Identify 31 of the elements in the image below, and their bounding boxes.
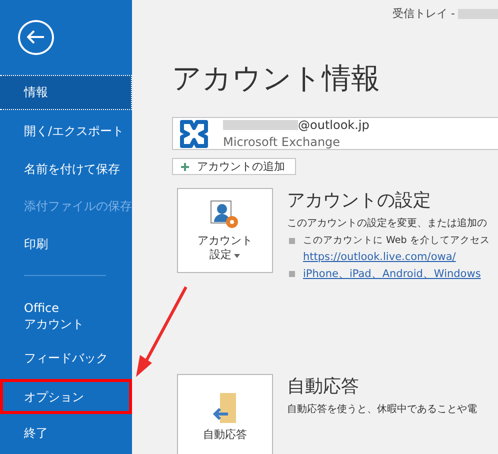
sidebar-item[interactable]: 情報 <box>0 74 132 110</box>
sidebar-item[interactable]: フィードバック <box>0 342 132 374</box>
redacted-text <box>458 8 498 18</box>
sidebar-item[interactable]: 開く/エクスポート <box>0 114 132 148</box>
sidebar-item[interactable]: オプション <box>0 379 132 414</box>
bullet-text: このアカウントに Web を介してアクセス <box>303 234 490 247</box>
section-button[interactable]: アカウント設定 <box>177 188 273 273</box>
sidebar-item[interactable]: 名前を付けて保存 <box>0 152 132 185</box>
link[interactable]: iPhone、iPad、Android、Windows <box>303 267 481 281</box>
section-description: このアカウントの設定を変更、または追加の <box>287 216 488 230</box>
section-heading: 自動応答 <box>287 375 360 398</box>
account-email: @outlook.jp <box>298 118 370 132</box>
window-title: 受信トレイ - <box>392 6 455 21</box>
sidebar-item[interactable]: Office アカウント <box>0 294 132 337</box>
section-heading: アカウントの設定 <box>287 189 432 212</box>
link[interactable]: https://outlook.live.com/owa/ <box>303 251 456 263</box>
account-settings-icon <box>210 200 240 230</box>
account-type: Microsoft Exchange <box>223 135 342 149</box>
bullet-icon <box>289 271 295 277</box>
section-description: 自動応答を使うと、休暇中であることや電 <box>287 402 477 416</box>
sidebar-item[interactable]: 印刷 <box>0 228 132 260</box>
back-button[interactable] <box>18 20 54 55</box>
exchange-logo-icon <box>179 118 209 148</box>
sidebar-item[interactable]: 終了 <box>0 416 132 450</box>
plus-icon <box>181 162 189 170</box>
bullet-icon <box>289 238 295 244</box>
section-button[interactable]: 自動応答 <box>177 374 273 454</box>
back-arrow-icon <box>27 30 45 44</box>
add-account-button[interactable]: アカウントの追加 <box>172 158 296 175</box>
dropdown-caret-icon <box>234 254 240 258</box>
page-heading: アカウント情報 <box>172 60 381 97</box>
